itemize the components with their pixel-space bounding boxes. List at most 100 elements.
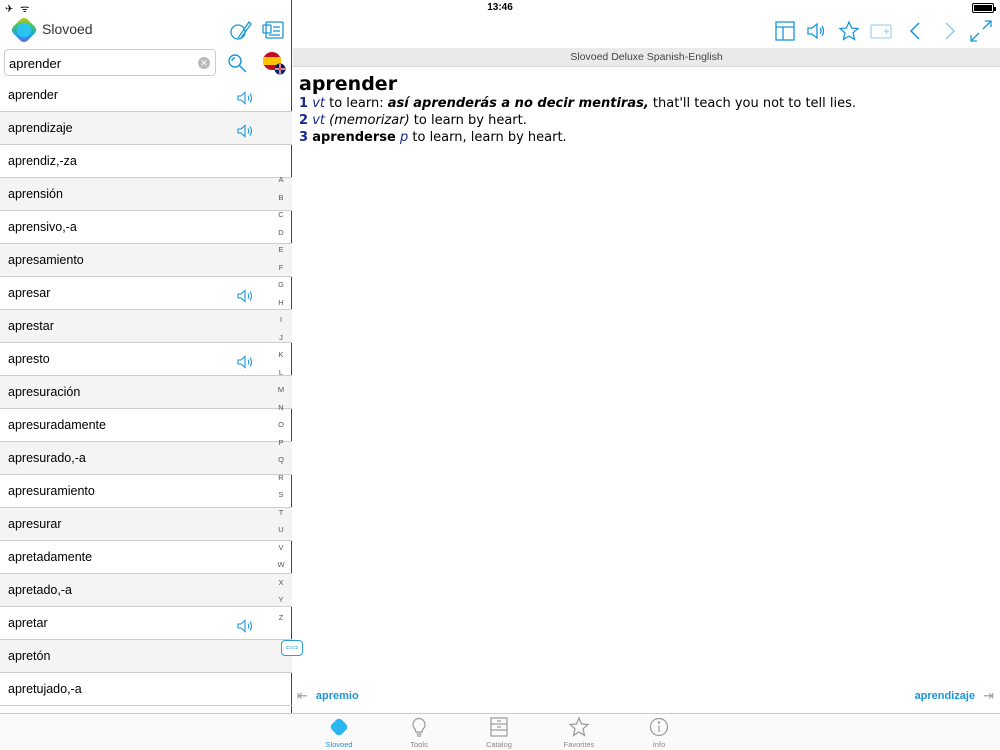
word-list-item[interactable]: apresurar (0, 508, 292, 541)
alphabet-index-letter[interactable]: P (272, 434, 290, 452)
alphabet-index-letter[interactable]: E (272, 241, 290, 259)
handwriting-icon[interactable] (229, 19, 253, 43)
search-field[interactable]: ✕ (4, 49, 216, 76)
fullscreen-icon[interactable] (969, 19, 993, 43)
next-entry-link[interactable]: aprendizaje ⇥ (907, 688, 994, 704)
alphabet-index-letter[interactable]: O (272, 416, 290, 434)
alphabet-index-letter[interactable]: T (272, 504, 290, 522)
word-list-item[interactable]: aprendizaje (0, 112, 292, 145)
alphabet-index-letter[interactable]: A (272, 171, 290, 189)
word-list: aprender aprendizaje aprendiz,-za aprensión… (0, 79, 292, 706)
alphabet-index-letter[interactable]: M (272, 381, 290, 399)
word-list-item[interactable]: apretón (0, 640, 292, 673)
dictionary-title: Slovoed Deluxe Spanish-English (293, 48, 1000, 67)
alphabet-index-letter[interactable]: D (272, 224, 290, 242)
sense-text: to learn: (329, 96, 384, 111)
word-list-item[interactable]: aprestar (0, 310, 292, 343)
word-list-item[interactable]: apretadamente (0, 541, 292, 574)
forward-chevron-icon[interactable] (937, 19, 961, 43)
sense-text: to learn by heart. (413, 113, 527, 128)
alphabet-index[interactable]: ABCDEFGHIJKLMNOPQRSTUVWXYZ (272, 171, 290, 626)
alphabet-index-letter[interactable]: S (272, 486, 290, 504)
alphabet-index-letter[interactable]: Y (272, 591, 290, 609)
word-list-label: apresamiento (8, 253, 84, 267)
part-of-speech[interactable]: vt (312, 113, 325, 128)
alphabet-index-letter[interactable]: B (272, 189, 290, 207)
clear-search-icon[interactable]: ✕ (198, 57, 210, 69)
alphabet-index-letter[interactable]: Q (272, 451, 290, 469)
tab-catalog[interactable]: Catalog (469, 716, 529, 749)
alphabet-index-letter[interactable]: V (272, 539, 290, 557)
back-chevron-icon[interactable] (904, 19, 928, 43)
lightbulb-icon (412, 718, 426, 737)
tab-label: Catalog (486, 740, 512, 749)
favorite-star-icon[interactable] (837, 19, 861, 43)
alphabet-index-letter[interactable]: L (272, 364, 290, 382)
word-list-item[interactable]: apresurado,-a (0, 442, 292, 475)
example-translation: that'll teach you not to tell lies. (652, 96, 857, 111)
speaker-icon[interactable] (236, 615, 256, 633)
word-list-item[interactable]: apresamiento (0, 244, 292, 277)
speaker-icon[interactable] (236, 87, 256, 105)
alphabet-index-letter[interactable]: C (272, 206, 290, 224)
word-list-item[interactable]: aprensivo,-a (0, 211, 292, 244)
add-card-icon[interactable] (869, 19, 893, 43)
dictionary-entry: aprender 1 vt to learn: así aprenderás a… (299, 73, 989, 146)
alphabet-index-letter[interactable]: G (272, 276, 290, 294)
card-list-icon[interactable] (261, 19, 285, 43)
alphabet-index-letter[interactable]: H (272, 294, 290, 312)
word-list-label: apresto (8, 352, 50, 366)
speaker-icon[interactable] (236, 285, 256, 303)
speaker-icon[interactable] (236, 120, 256, 138)
previous-entry-link[interactable]: ⇤ apremio (297, 688, 367, 704)
alphabet-index-letter[interactable]: N (272, 399, 290, 417)
word-list-label: aprender (8, 88, 59, 102)
word-list-item[interactable]: apresuración (0, 376, 292, 409)
word-list-item[interactable]: apresto (0, 343, 292, 376)
sense-number: 2 (299, 113, 309, 128)
word-list-item[interactable]: apretado,-a (0, 574, 292, 607)
sense-gloss: (memorizar) (329, 113, 410, 128)
speaker-icon[interactable] (804, 19, 828, 43)
alphabet-index-letter[interactable]: U (272, 521, 290, 539)
tab-slovoed[interactable]: Slovoed (309, 716, 369, 749)
word-list-item[interactable]: aprensión (0, 178, 292, 211)
sense-1: 1 vt to learn: así aprenderás a no decir… (299, 95, 989, 112)
word-list-label: apresar (8, 286, 51, 300)
word-list-item[interactable]: aprendiz,-za (0, 145, 292, 178)
tab-info[interactable]: Info (629, 716, 689, 749)
word-list-label: apretado,-a (8, 583, 72, 597)
alphabet-index-letter[interactable]: I (272, 311, 290, 329)
word-list-item[interactable]: apretar (0, 607, 292, 640)
word-list-label: apresuradamente (8, 418, 106, 432)
panel-resize-handle[interactable]: ⇦⇨ (281, 640, 303, 656)
tab-favorites[interactable]: Favorites (549, 716, 609, 749)
table-view-icon[interactable] (773, 19, 797, 43)
alphabet-index-letter[interactable]: K (272, 346, 290, 364)
alphabet-index-letter[interactable]: F (272, 259, 290, 277)
language-flag-icon[interactable] (262, 51, 286, 75)
alphabet-index-letter[interactable]: W (272, 556, 290, 574)
next-arrow-icon: ⇥ (983, 688, 994, 703)
word-list-item[interactable]: aprender (0, 79, 292, 112)
part-of-speech[interactable]: vt (312, 96, 325, 111)
word-list-label: apretar (8, 616, 48, 630)
alphabet-index-letter[interactable]: Z (272, 609, 290, 627)
tab-tools[interactable]: Tools (389, 716, 449, 749)
search-input[interactable] (9, 54, 189, 72)
word-list-item[interactable]: apresuramiento (0, 475, 292, 508)
speaker-icon[interactable] (236, 351, 256, 369)
word-list-label: apresurado,-a (8, 451, 86, 465)
alphabet-index-letter[interactable]: X (272, 574, 290, 592)
word-list-item[interactable]: apretujado,-a (0, 673, 292, 706)
word-list-label: aprestar (8, 319, 54, 333)
search-icon[interactable] (226, 52, 248, 74)
alphabet-index-letter[interactable]: J (272, 329, 290, 347)
tab-label: Info (652, 740, 666, 749)
word-list-label: apretadamente (8, 550, 93, 564)
alphabet-index-letter[interactable]: R (272, 469, 290, 487)
word-list-item[interactable]: apresuradamente (0, 409, 292, 442)
word-list-label: aprensivo,-a (8, 220, 77, 234)
word-list-item[interactable]: apresar (0, 277, 292, 310)
part-of-speech[interactable]: p (400, 130, 408, 145)
